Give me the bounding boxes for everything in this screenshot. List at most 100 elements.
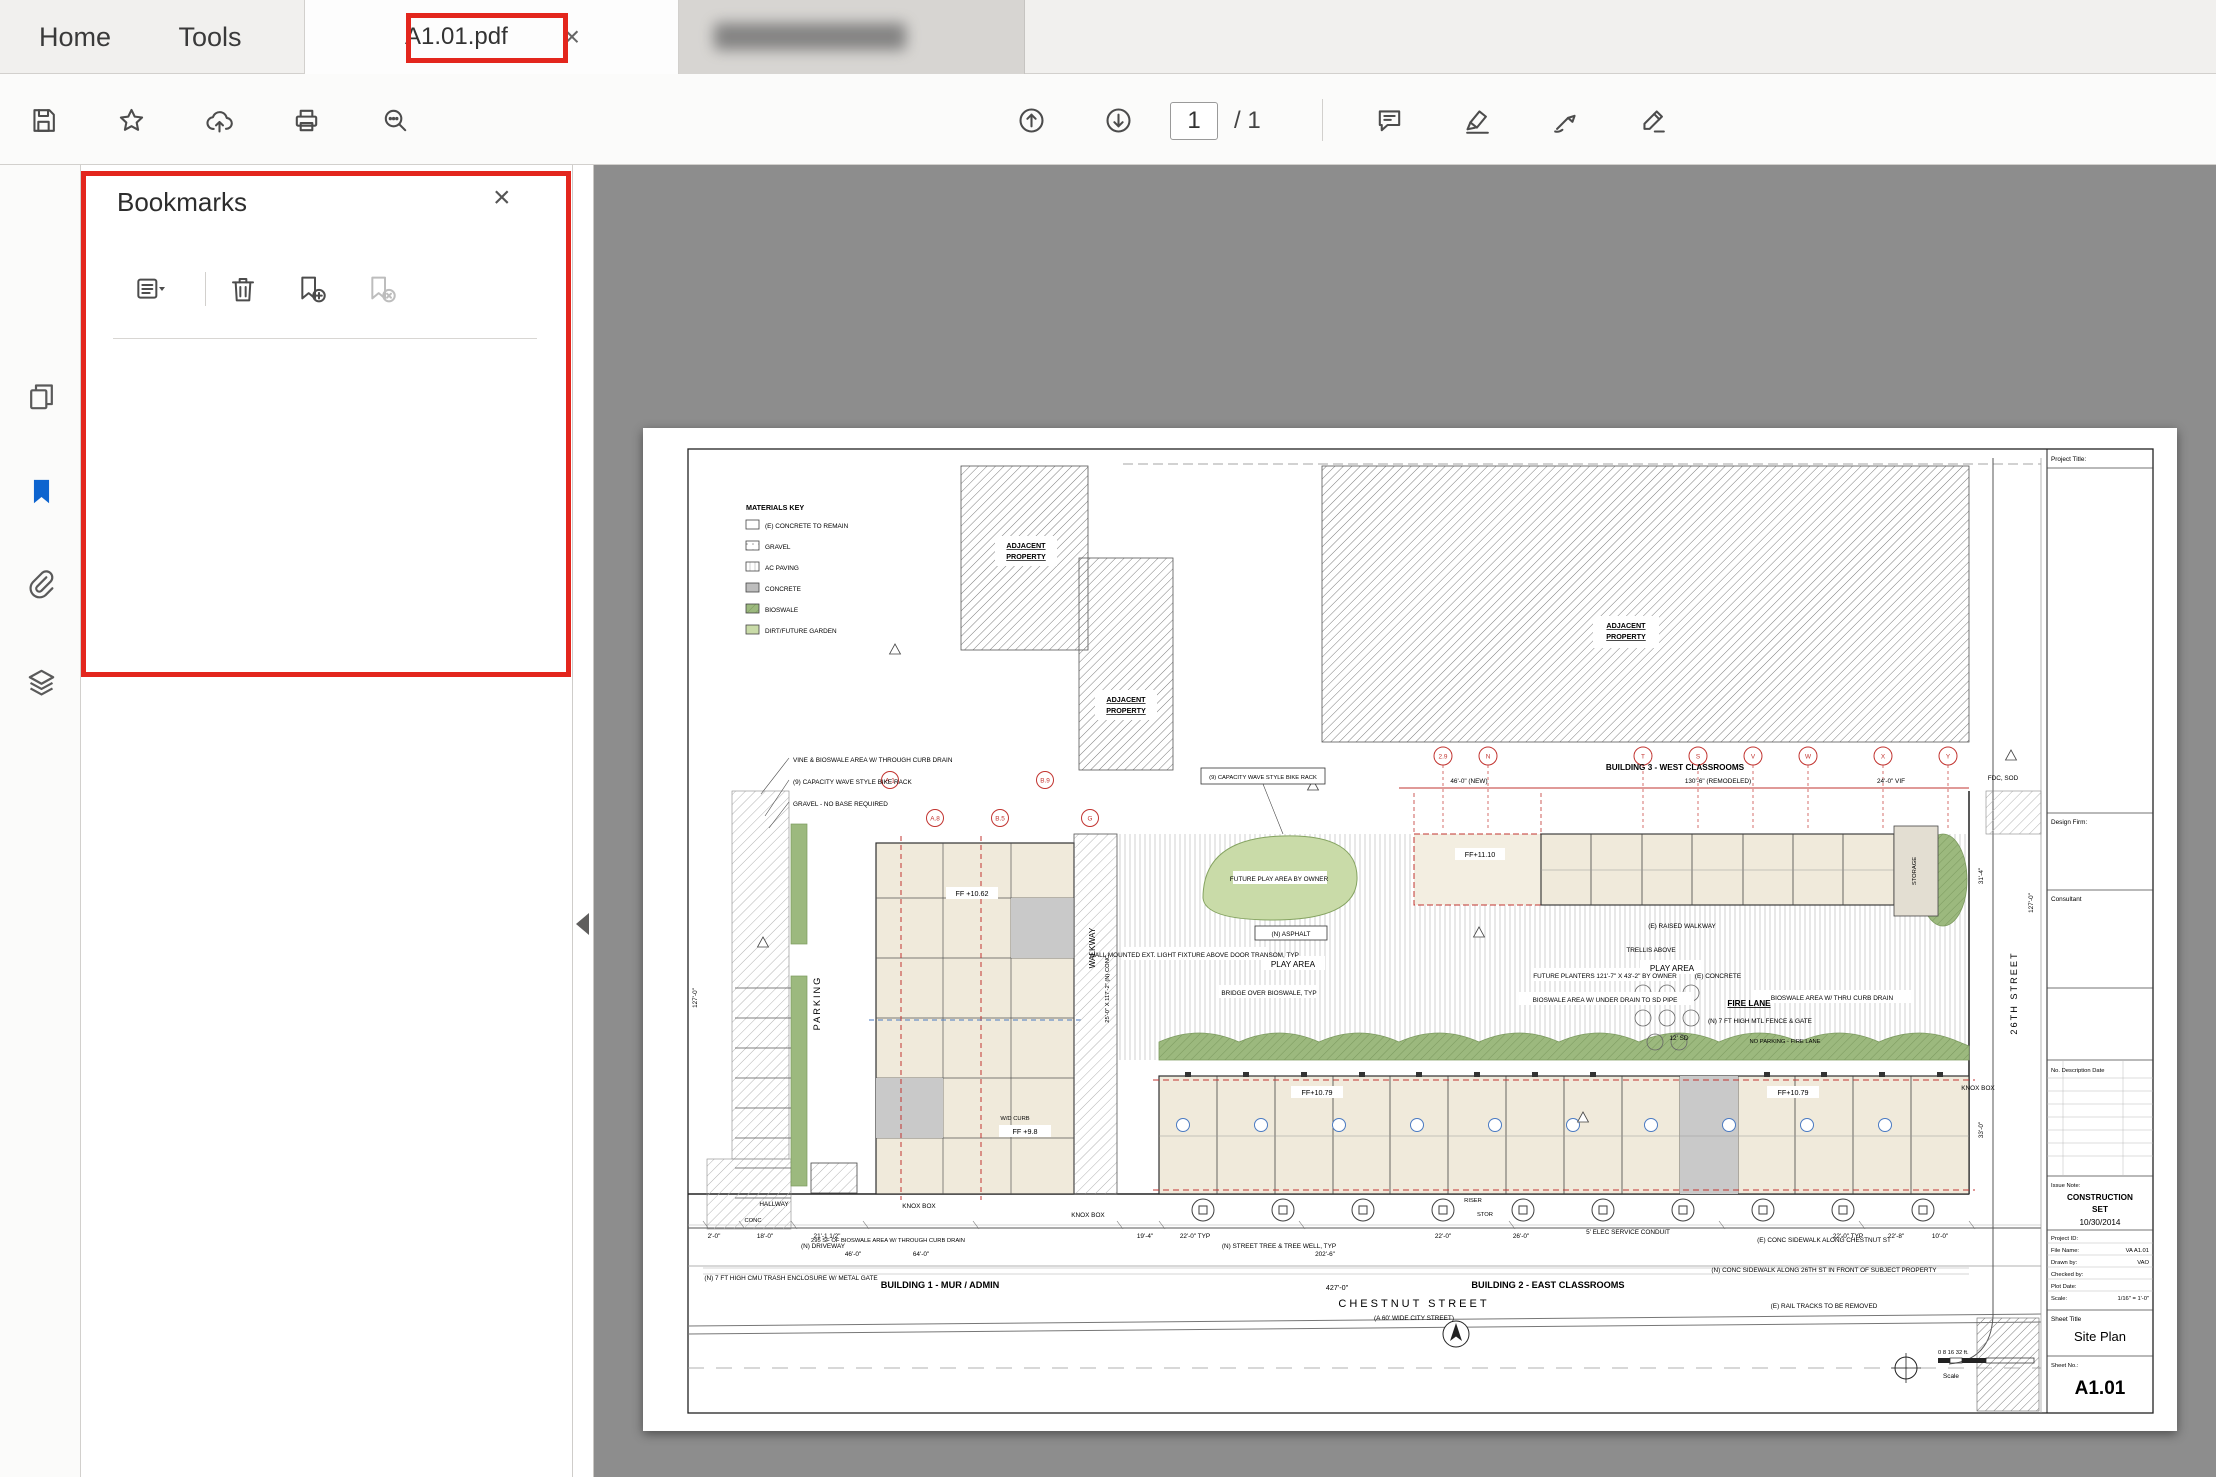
drawn-by-value: VAO	[2137, 1260, 2149, 1266]
dim-label: 22'-0"	[1435, 1233, 1451, 1240]
redacted-tab-title	[714, 23, 906, 50]
dim-label: 26'-0"	[1513, 1233, 1529, 1240]
building2-label: BUILDING 2 - EAST CLASSROOMS	[1471, 1280, 1624, 1290]
fence-callout: (N) 7 FT HIGH MTL FENCE & GATE	[1708, 1018, 1812, 1025]
save-button[interactable]	[21, 98, 65, 142]
bookmark-expand-button[interactable]	[359, 267, 403, 311]
future-play-label: FUTURE PLAY AREA BY OWNER	[1230, 876, 1329, 883]
ff-label: FF+10.79	[1778, 1088, 1809, 1097]
trash-icon	[227, 273, 259, 305]
grid-bubble-label: X	[1881, 754, 1886, 761]
document-tab-close-icon[interactable]: ×	[564, 21, 580, 53]
comment-button[interactable]	[1367, 98, 1411, 142]
ff-label: FF +9.8	[1013, 1127, 1038, 1136]
grid-bubble-label: S	[1696, 754, 1700, 761]
ff-label: FF +10.62	[956, 889, 989, 898]
bookmark-add-icon	[295, 273, 327, 305]
tab-tools[interactable]: Tools	[150, 0, 270, 74]
collapse-panel-arrow-icon[interactable]	[576, 913, 589, 935]
adjacent-property-label: PROPERTY	[1006, 552, 1046, 561]
scale-label: Scale:	[2051, 1296, 2068, 1302]
legend-item: CONCRETE	[765, 586, 801, 593]
rail-tracks-callout: (E) RAIL TRACKS TO BE REMOVED	[1771, 1303, 1878, 1310]
tab-home-label: Home	[39, 22, 111, 53]
planters-callout: FUTURE PLANTERS 121'-7" X 43'-2" BY OWNE…	[1533, 973, 1677, 980]
vine-bioswale-callout: VINE & BIOSWALE AREA W/ THROUGH CURB DRA…	[793, 757, 953, 764]
search-button[interactable]	[373, 98, 417, 142]
comment-icon	[1374, 105, 1405, 136]
hallway-label: HALLWAY	[759, 1201, 789, 1208]
fill-sign-button[interactable]	[1543, 98, 1587, 142]
share-button[interactable]	[197, 98, 241, 142]
edit-pdf-button[interactable]	[1631, 98, 1675, 142]
page-number-value: 1	[1187, 107, 1200, 135]
next-page-button[interactable]	[1096, 98, 1140, 142]
gravel-callout: GRAVEL - NO BASE REQUIRED	[793, 801, 888, 808]
sheet-title-label: Sheet Title	[2051, 1316, 2082, 1323]
delete-bookmark-button[interactable]	[221, 267, 265, 311]
dim-label: 18'-0"	[757, 1233, 773, 1240]
wd-curb-label: W/D CURB	[1000, 1116, 1029, 1122]
fire-lane-label: FIRE LANE	[1727, 999, 1771, 1008]
dim-label: 22'-0" TYP	[1180, 1233, 1210, 1240]
grid-bubble-label: V	[1751, 754, 1756, 761]
bookmarks-panel-title: Bookmarks	[117, 187, 247, 218]
document-tab-active[interactable]: A1.01.pdf ×	[304, 0, 679, 74]
arrow-up-circle-icon	[1016, 105, 1047, 136]
sheet-no-label: Sheet No.:	[2051, 1363, 2079, 1369]
bookmark-expand-icon	[365, 273, 397, 305]
tab-home[interactable]: Home	[0, 0, 150, 74]
panel-collapse-gutter	[573, 165, 594, 1477]
consultant-label: Consultant	[2051, 896, 2082, 903]
arrow-down-circle-icon	[1103, 105, 1134, 136]
legend-item: BIOSWALE	[765, 607, 798, 614]
grid-bubble-label: 2.9	[1439, 754, 1448, 761]
knox-box-label: KNOX BOX	[902, 1203, 936, 1210]
main-toolbar: 1 / 1	[0, 74, 2216, 165]
dim-label: 33'-0"	[1978, 1122, 1985, 1138]
grid-bubbles-left: A.1 A.8 B.5 B.9 G	[882, 772, 1099, 827]
grid-bubble-label: B.5	[995, 816, 1005, 823]
plot-date-label: Plot Date:	[2051, 1284, 2077, 1290]
print-icon	[291, 105, 322, 136]
options-list-icon	[135, 273, 167, 305]
page-thumbnails-button[interactable]	[19, 374, 63, 418]
page-number-input[interactable]: 1	[1170, 102, 1218, 140]
play-area-label: PLAY AREA	[1650, 964, 1695, 973]
dim-label: 130'-6" (REMODELED)	[1685, 778, 1751, 785]
storm-drain-label: 12' SD	[1670, 1035, 1689, 1042]
checked-by-label: Checked by:	[2051, 1272, 2084, 1278]
adjacent-property-label: PROPERTY	[1106, 706, 1146, 715]
file-name-value: VA A1.01	[2126, 1248, 2149, 1254]
toolbar-divider	[1322, 99, 1323, 141]
bioswale-underdrain-callout: BIOSWALE AREA W/ UNDER DRAIN TO SD PIPE	[1533, 997, 1678, 1004]
raised-walkway-callout: (E) RAISED WALKWAY	[1648, 923, 1716, 930]
previous-page-button[interactable]	[1009, 98, 1053, 142]
new-bookmark-button[interactable]	[289, 267, 333, 311]
bookmarks-panel-button[interactable]	[19, 469, 63, 513]
bridge-callout: BRIDGE OVER BIOSWALE, TYP	[1221, 990, 1316, 997]
print-button[interactable]	[284, 98, 328, 142]
navigation-pane-strip	[0, 165, 81, 1477]
document-tab-redacted[interactable]	[679, 0, 1025, 74]
dim-label: 64'-0"	[913, 1251, 929, 1258]
highlight-button[interactable]	[1455, 98, 1499, 142]
grid-bubble-label: W	[1805, 754, 1812, 761]
star-button[interactable]	[109, 98, 153, 142]
bookmarks-panel-close-icon[interactable]: ×	[493, 181, 511, 215]
document-area[interactable]: 2.9 N T S V W X Y A.1 A.8 B.5	[594, 165, 2216, 1477]
trash-enclosure-callout: (N) 7 FT HIGH CMU TRASH ENCLOSURE W/ MET…	[704, 1275, 877, 1282]
attachments-panel-button[interactable]	[19, 561, 63, 605]
bookmark-options-button[interactable]	[129, 267, 173, 311]
issue-note-line1: CONSTRUCTION	[2067, 1193, 2133, 1202]
legend-item: DIRT/FUTURE GARDEN	[765, 628, 837, 635]
knox-box-label: KNOX BOX	[1961, 1085, 1995, 1092]
street-trees	[1192, 1199, 1934, 1221]
adjacent-property-label: ADJACENT	[1006, 541, 1046, 550]
page-count-label: / 1	[1234, 102, 1261, 140]
legend-item: GRAVEL	[765, 544, 791, 551]
bookmarks-panel: Bookmarks ×	[81, 165, 573, 1477]
layers-panel-button[interactable]	[19, 660, 63, 704]
scale-value: 1/16" = 1'-0"	[2118, 1296, 2150, 1302]
legend-item: AC PAVING	[765, 565, 799, 572]
